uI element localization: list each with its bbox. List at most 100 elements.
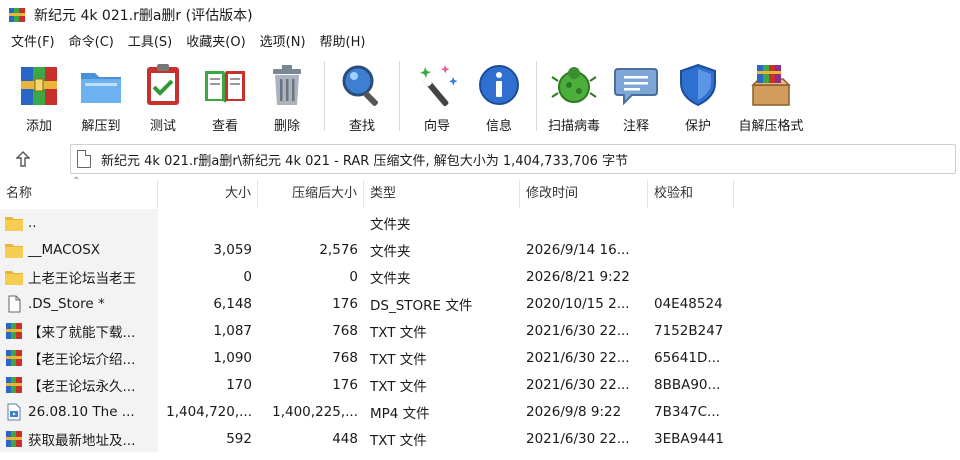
column-type[interactable]: 类型 <box>364 180 520 208</box>
file-icon <box>4 295 24 313</box>
file-packed-size: 768 <box>332 322 358 339</box>
file-name: 【老王论坛介绍... <box>28 351 136 368</box>
extract-to-button[interactable]: 解压到 <box>70 57 132 135</box>
table-row[interactable]: 上老王论坛当老王 0 0 文件夹 2026/8/21 9:22 <box>0 263 960 290</box>
wizard-label: 向导 <box>423 119 450 134</box>
column-name-label: 名称 <box>6 186 33 201</box>
file-size: 6,148 <box>213 295 252 312</box>
menu-favorites[interactable]: 收藏夹(O) <box>179 32 252 54</box>
menu-file[interactable]: 文件(F) <box>4 32 62 54</box>
add-archive-icon <box>21 67 57 105</box>
toolbar: 添加 解压到 测试 查看 删除 查找 向导 信息 扫描病毒 注释 保护 自解压格… <box>0 57 960 137</box>
file-type: MP4 文件 <box>370 405 430 422</box>
test-label: 测试 <box>149 119 176 134</box>
trash-can-icon <box>273 65 301 105</box>
protect-button[interactable]: 保护 <box>667 57 729 135</box>
virus-scan-button[interactable]: 扫描病毒 <box>543 57 605 135</box>
file-name: 26.08.10 The ... <box>28 403 135 420</box>
open-book-icon <box>205 71 245 104</box>
folder-up-icon <box>4 214 24 232</box>
file-modified: 2026/9/8 9:22 <box>526 403 622 420</box>
title-bar: 新纪元 4k 021.r删a删r (评估版本) <box>0 0 960 30</box>
file-type: 文件夹 <box>370 270 411 287</box>
table-row[interactable]: .DS_Store * 6,148 176 DS_STORE 文件 2020/1… <box>0 290 960 317</box>
view-label: 查看 <box>211 119 238 134</box>
file-modified: 2021/6/30 22... <box>526 322 630 339</box>
toolbar-separator <box>324 61 325 131</box>
file-modified: 2026/8/21 9:22 <box>526 268 630 285</box>
table-row[interactable]: 26.08.10 The ... 1,404,720,... 1,400,225… <box>0 398 960 425</box>
file-crc: 8BBA90... <box>654 376 721 393</box>
bug-icon <box>551 67 597 103</box>
wizard-button[interactable]: 向导 <box>406 57 468 135</box>
table-row[interactable]: 【老王论坛永久... 170 176 TXT 文件 2021/6/30 22..… <box>0 371 960 398</box>
file-crc: 04E48524 <box>654 295 723 312</box>
table-row[interactable]: 获取最新地址及... 592 448 TXT 文件 2021/6/30 22..… <box>0 425 960 452</box>
menu-bar: 文件(F) 命令(C) 工具(S) 收藏夹(O) 选项(N) 帮助(H) <box>0 31 960 55</box>
magnifier-icon <box>342 65 378 106</box>
up-arrow-icon[interactable] <box>0 144 46 174</box>
folder-icon <box>4 268 24 286</box>
file-crc: 65641D... <box>654 349 721 366</box>
file-packed-size: 448 <box>332 430 358 447</box>
table-row[interactable]: 【老王论坛介绍... 1,090 768 TXT 文件 2021/6/30 22… <box>0 344 960 371</box>
view-button[interactable]: 查看 <box>194 57 256 135</box>
file-packed-size: 176 <box>332 376 358 393</box>
file-name: 【老王论坛永久... <box>28 378 136 395</box>
table-row[interactable]: 【来了就能下载... 1,087 768 TXT 文件 2021/6/30 22… <box>0 317 960 344</box>
folder-extract-icon <box>81 73 121 103</box>
column-modified[interactable]: 修改时间 <box>520 180 648 208</box>
column-crc[interactable]: 校验和 <box>648 180 734 208</box>
sfx-label: 自解压格式 <box>738 119 804 134</box>
file-modified: 2021/6/30 22... <box>526 430 630 447</box>
menu-commands[interactable]: 命令(C) <box>62 32 121 54</box>
comment-button[interactable]: 注释 <box>605 57 667 135</box>
document-icon <box>77 150 91 168</box>
sfx-button[interactable]: 自解压格式 <box>729 57 813 135</box>
add-button[interactable]: 添加 <box>8 57 70 135</box>
address-bar[interactable]: 新纪元 4k 021.r删a删r\新纪元 4k 021 - RAR 压缩文件, … <box>70 144 956 174</box>
table-row[interactable]: __MACOSX 3,059 2,576 文件夹 2026/9/14 16... <box>0 236 960 263</box>
file-crc: 3EBA9441 <box>654 430 724 447</box>
file-packed-size: 1,400,225,... <box>272 403 358 420</box>
file-modified: 2021/6/30 22... <box>526 349 630 366</box>
menu-options[interactable]: 选项(N) <box>253 32 313 54</box>
file-packed-size: 768 <box>332 349 358 366</box>
protect-label: 保护 <box>684 119 711 134</box>
video-file-icon <box>4 403 24 421</box>
column-name[interactable]: 名称 ⌃ <box>0 177 158 208</box>
delete-button[interactable]: 删除 <box>256 57 318 135</box>
file-type: TXT 文件 <box>370 432 427 449</box>
folder-icon <box>4 241 24 259</box>
menu-tools[interactable]: 工具(S) <box>121 32 179 54</box>
find-button[interactable]: 查找 <box>331 57 393 135</box>
rar-file-icon <box>4 349 24 367</box>
file-type: TXT 文件 <box>370 378 427 395</box>
info-label: 信息 <box>485 119 512 134</box>
magic-wand-icon <box>420 65 458 107</box>
file-type: DS_STORE 文件 <box>370 297 473 314</box>
extract-to-label: 解压到 <box>81 119 121 134</box>
file-name: 上老王论坛当老王 <box>28 270 136 287</box>
shield-icon <box>680 63 716 107</box>
file-modified: 2026/9/14 16... <box>526 241 630 258</box>
file-size: 592 <box>226 430 252 447</box>
virus-scan-label: 扫描病毒 <box>547 119 600 134</box>
column-header: 名称 ⌃ 大小 压缩后大小 类型 修改时间 校验和 <box>0 177 960 208</box>
file-list: .. 文件夹 __MACOSX 3,059 2,576 文件夹 2026/9/1… <box>0 209 960 452</box>
rar-file-icon <box>4 430 24 448</box>
info-icon <box>479 65 519 105</box>
address-row: 新纪元 4k 021.r删a删r\新纪元 4k 021 - RAR 压缩文件, … <box>0 142 960 176</box>
info-button[interactable]: 信息 <box>468 57 530 135</box>
column-packed[interactable]: 压缩后大小 <box>258 180 364 208</box>
file-name: 获取最新地址及... <box>28 432 136 449</box>
file-size: 1,087 <box>213 322 252 339</box>
winrar-app-icon <box>8 6 26 24</box>
test-button[interactable]: 测试 <box>132 57 194 135</box>
file-name: .. <box>28 214 37 231</box>
table-row[interactable]: .. 文件夹 <box>0 209 960 236</box>
column-size[interactable]: 大小 <box>158 180 258 208</box>
file-size: 170 <box>226 376 252 393</box>
file-name: .DS_Store * <box>28 295 105 312</box>
menu-help[interactable]: 帮助(H) <box>313 32 373 54</box>
